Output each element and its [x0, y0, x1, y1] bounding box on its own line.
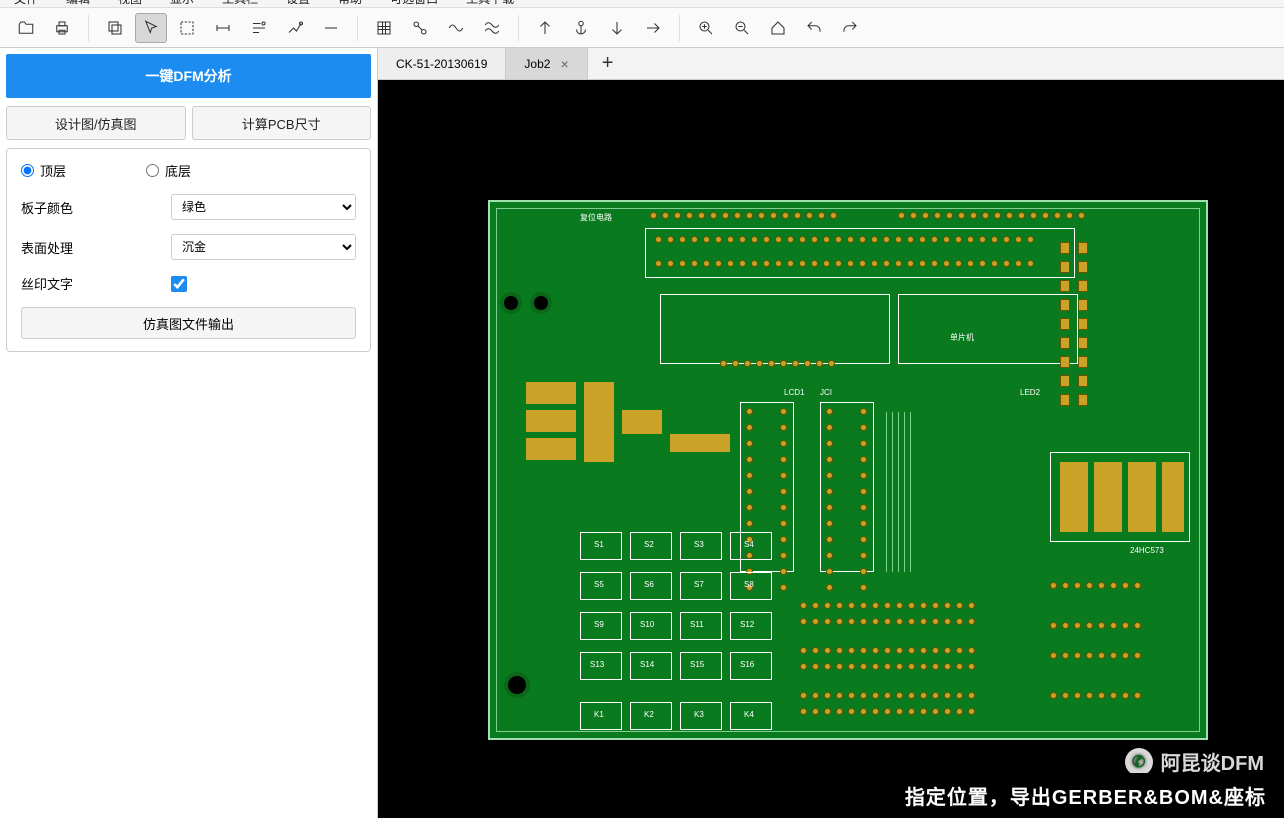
- top-layer-radio[interactable]: 顶层: [21, 161, 66, 180]
- menu-item[interactable]: 帮助: [338, 0, 362, 7]
- separator: [88, 15, 89, 41]
- watermark: ✆ 阿昆谈DFM: [1125, 747, 1264, 776]
- zoom-out-icon[interactable]: [726, 13, 758, 43]
- home-icon[interactable]: [762, 13, 794, 43]
- redo-icon[interactable]: [834, 13, 866, 43]
- silkscreen-label: 丝印文字: [21, 274, 171, 293]
- pcb-viewport[interactable]: S1 S2 S3 S4 S5 S6 S7 S8 S9 S10 S11 S12 S…: [378, 80, 1284, 818]
- align-icon[interactable]: [243, 13, 275, 43]
- open-icon[interactable]: [10, 13, 42, 43]
- minus-icon[interactable]: [315, 13, 347, 43]
- separator: [518, 15, 519, 41]
- zoom-in-icon[interactable]: [690, 13, 722, 43]
- menu-item[interactable]: 可选窗口: [390, 0, 438, 7]
- anchor-icon[interactable]: [565, 13, 597, 43]
- arrow-down-icon[interactable]: [601, 13, 633, 43]
- menu-item[interactable]: 文件: [14, 0, 38, 7]
- design-sim-button[interactable]: 设计图/仿真图: [6, 106, 186, 140]
- board-color-label: 板子颜色: [21, 198, 171, 217]
- tab-label: CK-51-20130619: [396, 57, 487, 71]
- main-toolbar: [0, 8, 1284, 48]
- tab-strip: CK-51-20130619 Job2 × +: [378, 48, 1284, 80]
- connect-icon[interactable]: [404, 13, 436, 43]
- add-tab-button[interactable]: +: [588, 48, 628, 79]
- menu-item[interactable]: 显示: [170, 0, 194, 7]
- top-layer-label: 顶层: [40, 161, 66, 180]
- route-icon[interactable]: [279, 13, 311, 43]
- surface-finish-label: 表面处理: [21, 238, 171, 257]
- area-icon[interactable]: [171, 13, 203, 43]
- undo-icon[interactable]: [798, 13, 830, 43]
- menu-item[interactable]: 设置: [286, 0, 310, 7]
- canvas-area: CK-51-20130619 Job2 × +: [378, 48, 1284, 818]
- arrow-up-icon[interactable]: [529, 13, 561, 43]
- watermark-text: 阿昆谈DFM: [1161, 747, 1264, 776]
- sidebar: 一键DFM分析 设计图/仿真图 计算PCB尺寸 顶层 底层 板子颜色 绿色 表面…: [0, 48, 378, 818]
- measure-icon[interactable]: [207, 13, 239, 43]
- bottom-layer-radio[interactable]: 底层: [146, 161, 191, 180]
- pcb-board: S1 S2 S3 S4 S5 S6 S7 S8 S9 S10 S11 S12 S…: [488, 200, 1208, 740]
- separator: [679, 15, 680, 41]
- caption-overlay: 指定位置，导出GERBER&BOM&座标: [891, 773, 1280, 818]
- close-icon[interactable]: ×: [560, 56, 568, 72]
- menu-item[interactable]: 工具栏: [222, 0, 258, 7]
- separator: [357, 15, 358, 41]
- print-icon[interactable]: [46, 13, 78, 43]
- silkscreen-checkbox[interactable]: [171, 276, 187, 292]
- menu-bar: 文件 编辑 视图 显示 工具栏 设置 帮助 可选窗口 工具下载: [0, 0, 1284, 8]
- menu-item[interactable]: 编辑: [66, 0, 90, 7]
- menu-item[interactable]: 工具下载: [466, 0, 514, 7]
- wechat-icon: ✆: [1125, 748, 1153, 776]
- tab-label: Job2: [524, 57, 550, 71]
- grid-icon[interactable]: [368, 13, 400, 43]
- layer-icon[interactable]: [99, 13, 131, 43]
- wave-icon[interactable]: [440, 13, 472, 43]
- arrow-right-icon[interactable]: [637, 13, 669, 43]
- select-icon[interactable]: [135, 13, 167, 43]
- export-sim-button[interactable]: 仿真图文件输出: [21, 307, 356, 339]
- calc-pcb-button[interactable]: 计算PCB尺寸: [192, 106, 372, 140]
- dfm-analyze-button[interactable]: 一键DFM分析: [6, 54, 371, 98]
- menu-item[interactable]: 视图: [118, 0, 142, 7]
- surface-finish-select[interactable]: 沉金: [171, 234, 356, 260]
- bottom-layer-label: 底层: [165, 161, 191, 180]
- wave2-icon[interactable]: [476, 13, 508, 43]
- board-color-select[interactable]: 绿色: [171, 194, 356, 220]
- tab-job2[interactable]: Job2 ×: [506, 48, 587, 79]
- tab-job1[interactable]: CK-51-20130619: [378, 48, 506, 79]
- options-panel: 顶层 底层 板子颜色 绿色 表面处理 沉金 丝印文字 仿真图文件输出: [6, 148, 371, 352]
